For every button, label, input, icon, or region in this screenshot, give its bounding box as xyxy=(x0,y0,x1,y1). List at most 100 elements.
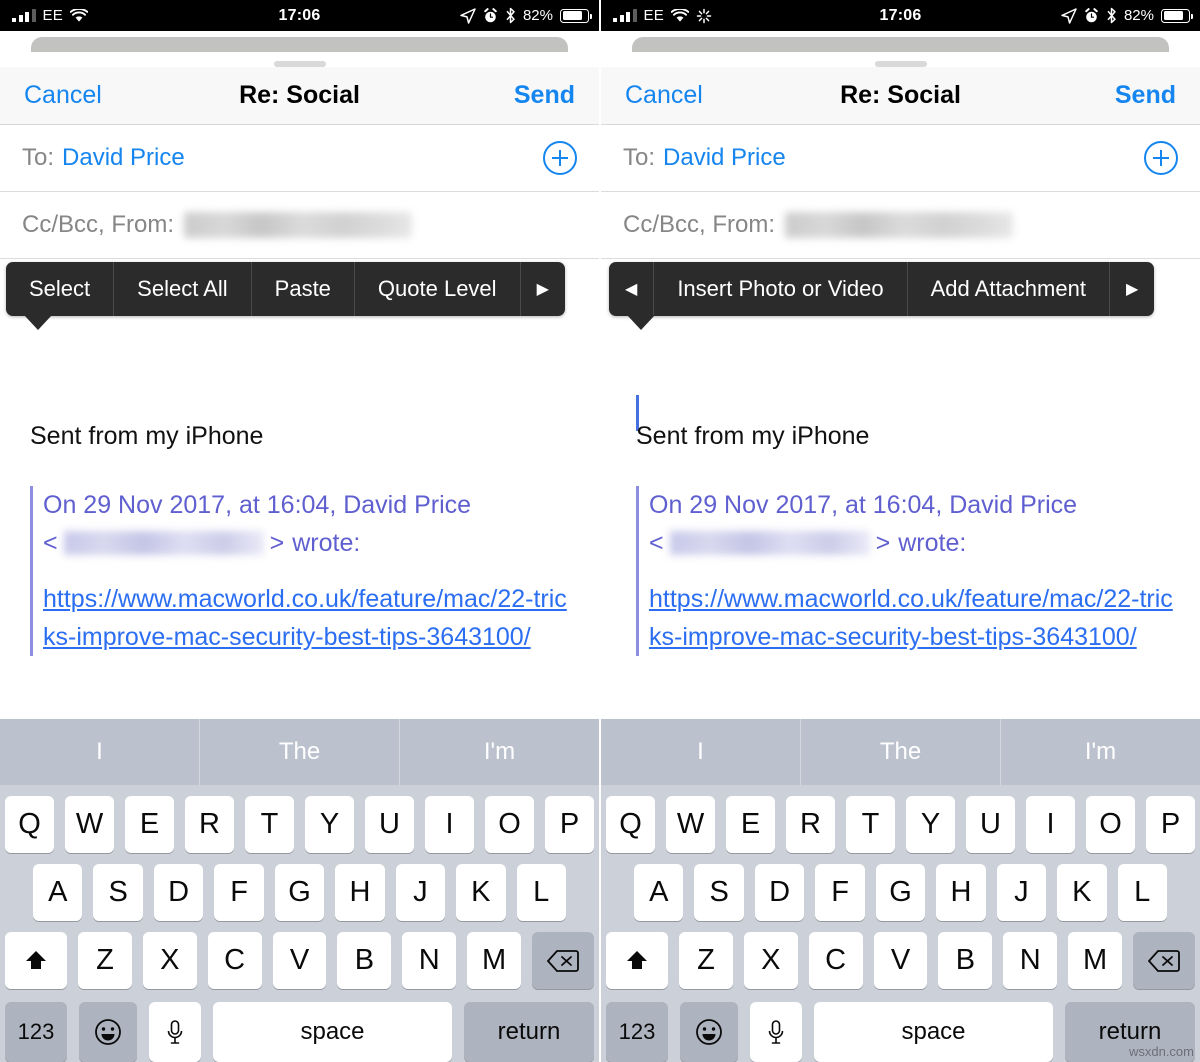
smiley-face-icon[interactable] xyxy=(79,1002,137,1062)
key-v[interactable]: V xyxy=(272,932,327,989)
key-i[interactable]: I xyxy=(1026,796,1075,853)
key-o[interactable]: O xyxy=(1086,796,1135,853)
key-x[interactable]: X xyxy=(743,932,798,989)
key-w[interactable]: W xyxy=(666,796,715,853)
to-field[interactable]: To: David Price xyxy=(601,125,1200,192)
key-t[interactable]: T xyxy=(245,796,294,853)
key-y[interactable]: Y xyxy=(906,796,955,853)
key-m[interactable]: M xyxy=(1068,932,1123,989)
key-b[interactable]: B xyxy=(938,932,993,989)
key-i[interactable]: I xyxy=(425,796,474,853)
send-button[interactable]: Send xyxy=(1115,81,1176,110)
key-k[interactable]: K xyxy=(1057,864,1107,921)
prediction-3[interactable]: I'm xyxy=(1001,719,1200,785)
key-n[interactable]: N xyxy=(402,932,457,989)
key-x[interactable]: X xyxy=(142,932,197,989)
send-button[interactable]: Send xyxy=(514,81,575,110)
key-v[interactable]: V xyxy=(873,932,928,989)
key-w[interactable]: W xyxy=(65,796,114,853)
key-h[interactable]: H xyxy=(936,864,986,921)
prediction-1[interactable]: I xyxy=(601,719,801,785)
quote-bracket-open: < xyxy=(649,529,664,557)
space-key[interactable]: space xyxy=(814,1002,1053,1062)
key-s[interactable]: S xyxy=(93,864,143,921)
prediction-2[interactable]: The xyxy=(801,719,1001,785)
menu-item-select[interactable]: Select xyxy=(6,262,115,316)
key-c[interactable]: C xyxy=(207,932,262,989)
key-j[interactable]: J xyxy=(996,864,1047,921)
key-n[interactable]: N xyxy=(1003,932,1058,989)
key-d[interactable]: D xyxy=(754,864,805,921)
key-h[interactable]: H xyxy=(335,864,385,921)
key-e[interactable]: E xyxy=(726,796,775,853)
key-l[interactable]: L xyxy=(516,864,566,921)
key-f[interactable]: F xyxy=(815,864,865,921)
key-p[interactable]: P xyxy=(545,796,594,853)
key-r[interactable]: R xyxy=(185,796,234,853)
menu-item-select-all[interactable]: Select All xyxy=(114,262,252,316)
key-c[interactable]: C xyxy=(808,932,863,989)
key-u[interactable]: U xyxy=(365,796,414,853)
quoted-link[interactable]: https://www.macworld.co.uk/feature/mac/2… xyxy=(43,585,567,651)
key-j[interactable]: J xyxy=(395,864,446,921)
key-e[interactable]: E xyxy=(125,796,174,853)
shift-arrow-icon[interactable] xyxy=(5,932,67,989)
key-f[interactable]: F xyxy=(214,864,264,921)
plus-circle-icon[interactable] xyxy=(1144,141,1178,175)
quoted-header: On 29 Nov 2017, at 16:04, David Price < … xyxy=(636,486,1178,656)
key-a[interactable]: A xyxy=(33,864,83,921)
ccbcc-from-field[interactable]: Cc/Bcc, From: xyxy=(0,192,599,259)
key-g[interactable]: G xyxy=(274,864,325,921)
key-k[interactable]: K xyxy=(456,864,506,921)
key-z[interactable]: Z xyxy=(679,932,733,989)
menu-item-paste[interactable]: Paste xyxy=(252,262,355,316)
to-recipient[interactable]: David Price xyxy=(62,144,185,172)
key-q[interactable]: Q xyxy=(5,796,54,853)
prediction-2[interactable]: The xyxy=(200,719,400,785)
menu-next-arrow-icon[interactable]: ▶ xyxy=(521,262,565,316)
backspace-icon[interactable] xyxy=(1133,932,1196,989)
key-q[interactable]: Q xyxy=(606,796,655,853)
key-d[interactable]: D xyxy=(153,864,204,921)
quoted-link[interactable]: https://www.macworld.co.uk/feature/mac/2… xyxy=(649,585,1173,651)
key-b[interactable]: B xyxy=(337,932,392,989)
shift-arrow-icon[interactable] xyxy=(606,932,668,989)
return-key[interactable]: return xyxy=(464,1002,594,1062)
plus-circle-icon[interactable] xyxy=(543,141,577,175)
smiley-face-icon[interactable] xyxy=(680,1002,738,1062)
backspace-icon[interactable] xyxy=(532,932,595,989)
menu-item-insert-photo-or-video[interactable]: Insert Photo or Video xyxy=(654,262,908,316)
microphone-icon[interactable] xyxy=(750,1002,802,1062)
status-bar-left: EE 17:06 82% xyxy=(0,0,599,31)
key-m[interactable]: M xyxy=(467,932,522,989)
key-a[interactable]: A xyxy=(634,864,684,921)
menu-item-add-attachment[interactable]: Add Attachment xyxy=(908,262,1110,316)
menu-item-quote-level[interactable]: Quote Level xyxy=(355,262,521,316)
key-t[interactable]: T xyxy=(846,796,895,853)
ccbcc-from-field[interactable]: Cc/Bcc, From: xyxy=(601,192,1200,259)
numbers-key[interactable]: 123 xyxy=(5,1002,67,1062)
key-p[interactable]: P xyxy=(1146,796,1195,853)
key-o[interactable]: O xyxy=(485,796,534,853)
key-u[interactable]: U xyxy=(966,796,1015,853)
microphone-icon[interactable] xyxy=(149,1002,201,1062)
key-y[interactable]: Y xyxy=(305,796,354,853)
menu-next-arrow-icon[interactable]: ▶ xyxy=(1110,262,1154,316)
cancel-button[interactable]: Cancel xyxy=(24,81,102,110)
menu-prev-arrow-icon[interactable]: ◀ xyxy=(609,262,655,316)
battery-icon xyxy=(1161,8,1193,23)
numbers-key[interactable]: 123 xyxy=(606,1002,668,1062)
space-key[interactable]: space xyxy=(213,1002,452,1062)
keyboard-row-1: Q W E R T Y U I O P xyxy=(0,796,599,853)
key-z[interactable]: Z xyxy=(78,932,132,989)
key-l[interactable]: L xyxy=(1117,864,1167,921)
quote-bracket-close: > xyxy=(875,529,891,557)
key-r[interactable]: R xyxy=(786,796,835,853)
cancel-button[interactable]: Cancel xyxy=(625,81,703,110)
to-field[interactable]: To: David Price xyxy=(0,125,599,192)
key-g[interactable]: G xyxy=(875,864,926,921)
key-s[interactable]: S xyxy=(694,864,744,921)
prediction-1[interactable]: I xyxy=(0,719,200,785)
to-recipient[interactable]: David Price xyxy=(663,144,786,172)
prediction-3[interactable]: I'm xyxy=(400,719,599,785)
